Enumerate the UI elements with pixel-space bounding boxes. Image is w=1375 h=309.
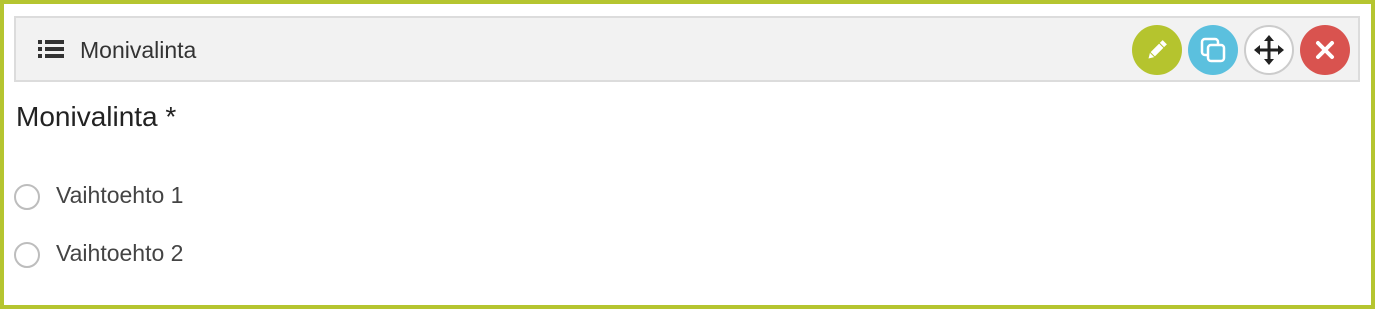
field-toolbar: Monivalinta: [14, 16, 1360, 82]
copy-button[interactable]: [1188, 25, 1238, 75]
edit-button[interactable]: [1132, 25, 1182, 75]
field-type-title: Monivalinta: [80, 37, 197, 63]
radio-button[interactable]: [14, 242, 40, 268]
copy-icon: [1200, 37, 1226, 63]
pencil-icon: [1148, 40, 1167, 59]
question-title: Monivalinta *: [16, 101, 177, 132]
option-label: Vaihtoehto 2: [56, 240, 184, 266]
field-actions: [1132, 25, 1350, 75]
delete-button[interactable]: [1300, 25, 1350, 75]
close-icon: [1316, 41, 1334, 59]
list-icon: [38, 40, 64, 58]
radio-button[interactable]: [14, 184, 40, 210]
radio-option-2[interactable]: Vaihtoehto 2: [14, 238, 183, 268]
option-label: Vaihtoehto 1: [56, 182, 184, 208]
move-button[interactable]: [1244, 25, 1294, 75]
move-icon: [1254, 35, 1284, 65]
radio-option-1[interactable]: Vaihtoehto 1: [14, 180, 183, 210]
form-field-container: Monivalinta Monivalinta * Vaihtoehto 1 V…: [0, 0, 1375, 309]
